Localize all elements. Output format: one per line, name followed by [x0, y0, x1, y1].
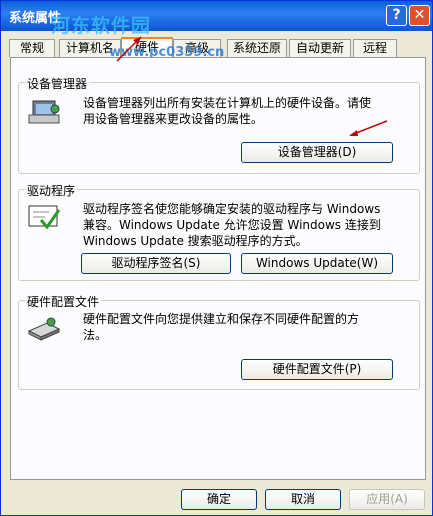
driver-signing-icon	[28, 205, 61, 230]
cancel-button[interactable]: 取消	[265, 489, 341, 510]
device-manager-heading: 设备管理器	[25, 75, 90, 92]
device-manager-description: 设备管理器列出所有安装在计算机上的硬件设备。请使 用设备管理器来更改设备的属性。	[83, 95, 371, 127]
help-button[interactable]: ?	[386, 5, 407, 26]
annotation-arrow-device-manager	[349, 120, 388, 136]
hardware-profiles-description-line1: 硬件配置文件向您提供建立和保存不同硬件配置的方	[83, 312, 360, 326]
hardware-profiles-button[interactable]: 硬件配置文件(P)	[241, 359, 393, 380]
hardware-profiles-description-line2: 法。	[83, 328, 108, 342]
driver-signing-button[interactable]: 驱动程序签名(S)	[81, 253, 231, 274]
hardware-profiles-description: 硬件配置文件向您提供建立和保存不同硬件配置的方 法。	[83, 311, 359, 343]
windows-update-button[interactable]: Windows Update(W)	[241, 253, 393, 274]
tab-general[interactable]: 常规	[9, 39, 55, 57]
drivers-heading: 驱动程序	[25, 182, 78, 199]
device-manager-button[interactable]: 设备管理器(D)	[241, 142, 393, 163]
ok-button[interactable]: 确定	[181, 489, 257, 510]
drivers-description-line1: 驱动程序签名使您能够确定安装的驱动程序与 Windows	[83, 202, 381, 216]
close-button[interactable]: ✕	[409, 5, 430, 26]
hardware-profiles-heading: 硬件配置文件	[25, 293, 102, 310]
drivers-description-line3: Windows Update 搜索驱动程序的方式。	[83, 234, 308, 248]
annotation-arrow-tab	[116, 36, 142, 62]
drivers-description: 驱动程序签名使您能够确定安装的驱动程序与 Windows 兼容。Windows …	[83, 201, 381, 249]
tab-automatic-updates[interactable]: 自动更新	[289, 39, 351, 57]
system-properties-window: 系统属性 河东软件园 ? ✕ 常规 计算机名 硬件 高级 系统还原 自动更新 远…	[0, 0, 433, 516]
apply-button: 应用(A)	[349, 489, 425, 510]
device-manager-icon	[28, 100, 60, 124]
drivers-description-line2: 兼容。Windows Update 允许您设置 Windows 连接到	[83, 218, 381, 232]
drivers-group: 驱动程序 驱动程序签名使您能够确定安装的驱动程序与 Windows 兼容。Win…	[18, 182, 420, 281]
device-manager-description-line1: 设备管理器列出所有安装在计算机上的硬件设备。请使	[83, 96, 372, 110]
tab-system-restore[interactable]: 系统还原	[227, 39, 287, 57]
hardware-profile-icon	[27, 317, 61, 341]
tab-remote[interactable]: 远程	[353, 39, 397, 57]
title-bar[interactable]: 系统属性 河东软件园 ? ✕	[1, 1, 432, 37]
device-manager-description-line2: 用设备管理器来更改设备的属性。	[83, 112, 264, 126]
hardware-profiles-group: 硬件配置文件 硬件配置文件向您提供建立和保存不同硬件配置的方 法。 硬件配置文件…	[18, 293, 420, 390]
